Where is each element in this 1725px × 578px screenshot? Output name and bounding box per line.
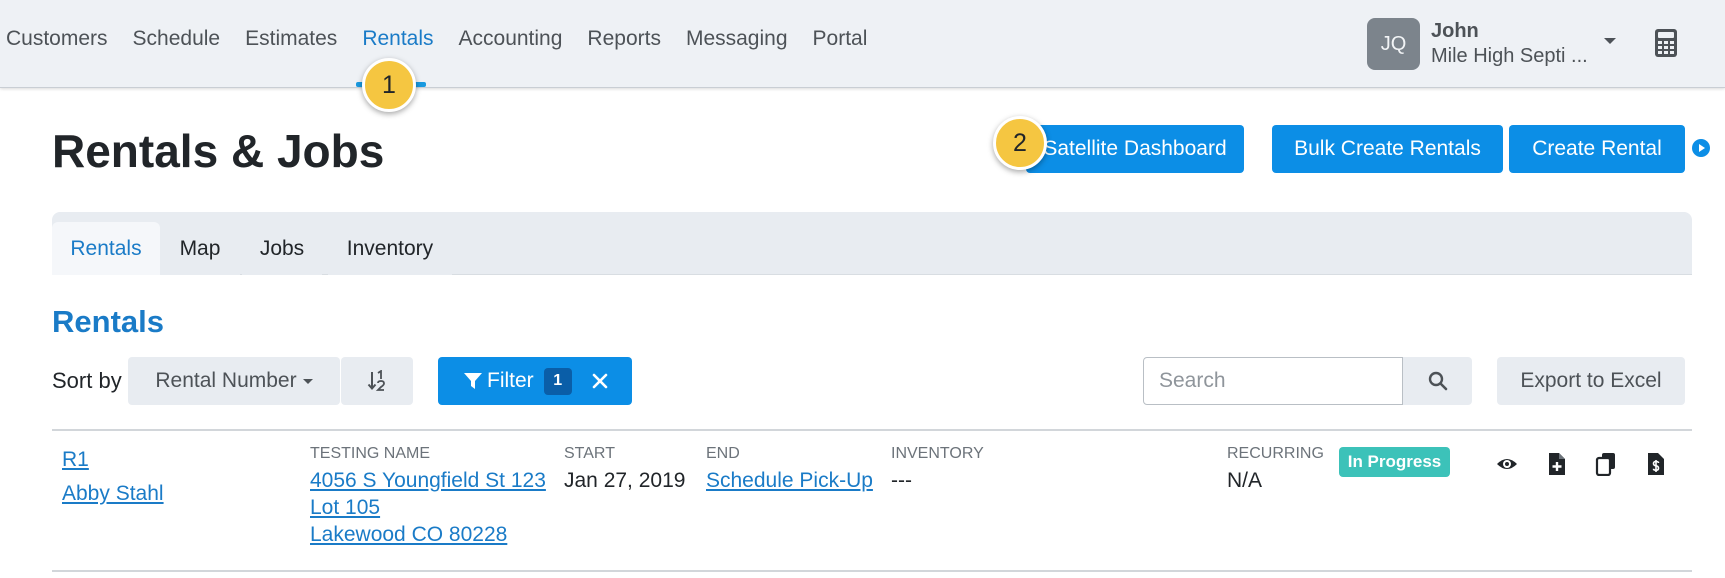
end-label: END	[706, 445, 740, 462]
nav-item-portal[interactable]: Portal	[813, 27, 868, 61]
site-label: TESTING NAME	[310, 445, 431, 462]
rental-number-link[interactable]: R1	[62, 446, 89, 473]
eye-icon[interactable]	[1496, 452, 1518, 476]
callout-step-1: 1	[362, 58, 416, 112]
nav-item-reports[interactable]: Reports	[587, 27, 661, 61]
file-invoice-icon[interactable]	[1645, 452, 1667, 476]
sort-label: Sort by	[52, 368, 122, 393]
search-input[interactable]	[1143, 357, 1403, 405]
nav-item-rentals[interactable]: Rentals	[362, 27, 433, 61]
filter-count-badge: 1	[543, 367, 572, 395]
main-nav: Customers Schedule Estimates Rentals Acc…	[0, 0, 886, 88]
nav-item-estimates[interactable]: Estimates	[245, 27, 337, 61]
satellite-dashboard-button[interactable]: Satellite Dashboard	[1026, 125, 1244, 173]
address-line-3[interactable]: Lakewood CO 80228	[310, 521, 507, 548]
start-label: START	[564, 445, 615, 462]
export-to-excel-button[interactable]: Export to Excel	[1497, 357, 1685, 405]
user-info: John Mile High Septi ...	[1431, 19, 1611, 69]
schedule-pickup-link[interactable]: Schedule Pick-Up	[706, 467, 873, 494]
search-button[interactable]	[1403, 357, 1472, 405]
sort-select-value: Rental Number	[155, 369, 297, 392]
tab-bar: Rentals Map Jobs Inventory	[52, 212, 1692, 275]
avatar: JQ	[1367, 18, 1420, 70]
tab-jobs[interactable]: Jobs	[242, 222, 322, 275]
search-icon	[1428, 371, 1447, 391]
inventory-label: INVENTORY	[891, 445, 984, 462]
address-line-2[interactable]: Lot 105	[310, 494, 380, 521]
status-badge: In Progress	[1339, 447, 1450, 477]
top-navbar: Customers Schedule Estimates Rentals Acc…	[0, 0, 1725, 88]
user-name: John	[1431, 20, 1479, 42]
tab-map[interactable]: Map	[160, 222, 240, 275]
start-value: Jan 27, 2019	[564, 469, 686, 492]
nav-item-accounting[interactable]: Accounting	[459, 27, 563, 61]
filter-label: Filter	[487, 369, 534, 392]
inventory-value: ---	[891, 469, 912, 492]
close-icon[interactable]	[592, 373, 608, 389]
table-divider	[52, 570, 1692, 572]
nav-item-customers[interactable]: Customers	[6, 27, 108, 61]
bulk-create-rentals-button[interactable]: Bulk Create Rentals	[1272, 125, 1503, 173]
filter-button[interactable]: Filter 1	[438, 357, 632, 405]
caret-down-icon	[302, 378, 313, 384]
chevron-down-icon[interactable]	[1604, 38, 1616, 44]
tab-rentals[interactable]: Rentals	[52, 222, 160, 275]
file-plus-icon[interactable]	[1546, 452, 1568, 476]
sort-numeric-icon	[367, 370, 385, 391]
table-divider	[52, 429, 1692, 431]
nav-item-messaging[interactable]: Messaging	[686, 27, 788, 61]
recurring-label: RECURRING	[1227, 445, 1324, 462]
sort-order-button[interactable]	[341, 357, 413, 405]
customer-link[interactable]: Abby Stahl	[62, 480, 164, 507]
tab-inventory[interactable]: Inventory	[328, 222, 452, 275]
nav-item-schedule[interactable]: Schedule	[133, 27, 221, 61]
user-company: Mile High Septi ...	[1431, 45, 1588, 67]
page-title: Rentals & Jobs	[52, 125, 385, 177]
play-circle-icon[interactable]	[1692, 139, 1710, 157]
user-menu[interactable]: JQ John Mile High Septi ...	[1367, 18, 1611, 70]
callout-step-2: 2	[993, 116, 1047, 170]
filter-icon	[464, 373, 482, 389]
section-title: Rentals	[52, 304, 164, 339]
copy-icon[interactable]	[1595, 452, 1617, 476]
calculator-icon[interactable]	[1654, 28, 1678, 58]
sort-select[interactable]: Rental Number	[128, 357, 340, 405]
create-rental-button[interactable]: Create Rental	[1509, 125, 1685, 173]
recurring-value: N/A	[1227, 469, 1263, 492]
address-line-1[interactable]: 4056 S Youngfield St 123	[310, 467, 546, 494]
